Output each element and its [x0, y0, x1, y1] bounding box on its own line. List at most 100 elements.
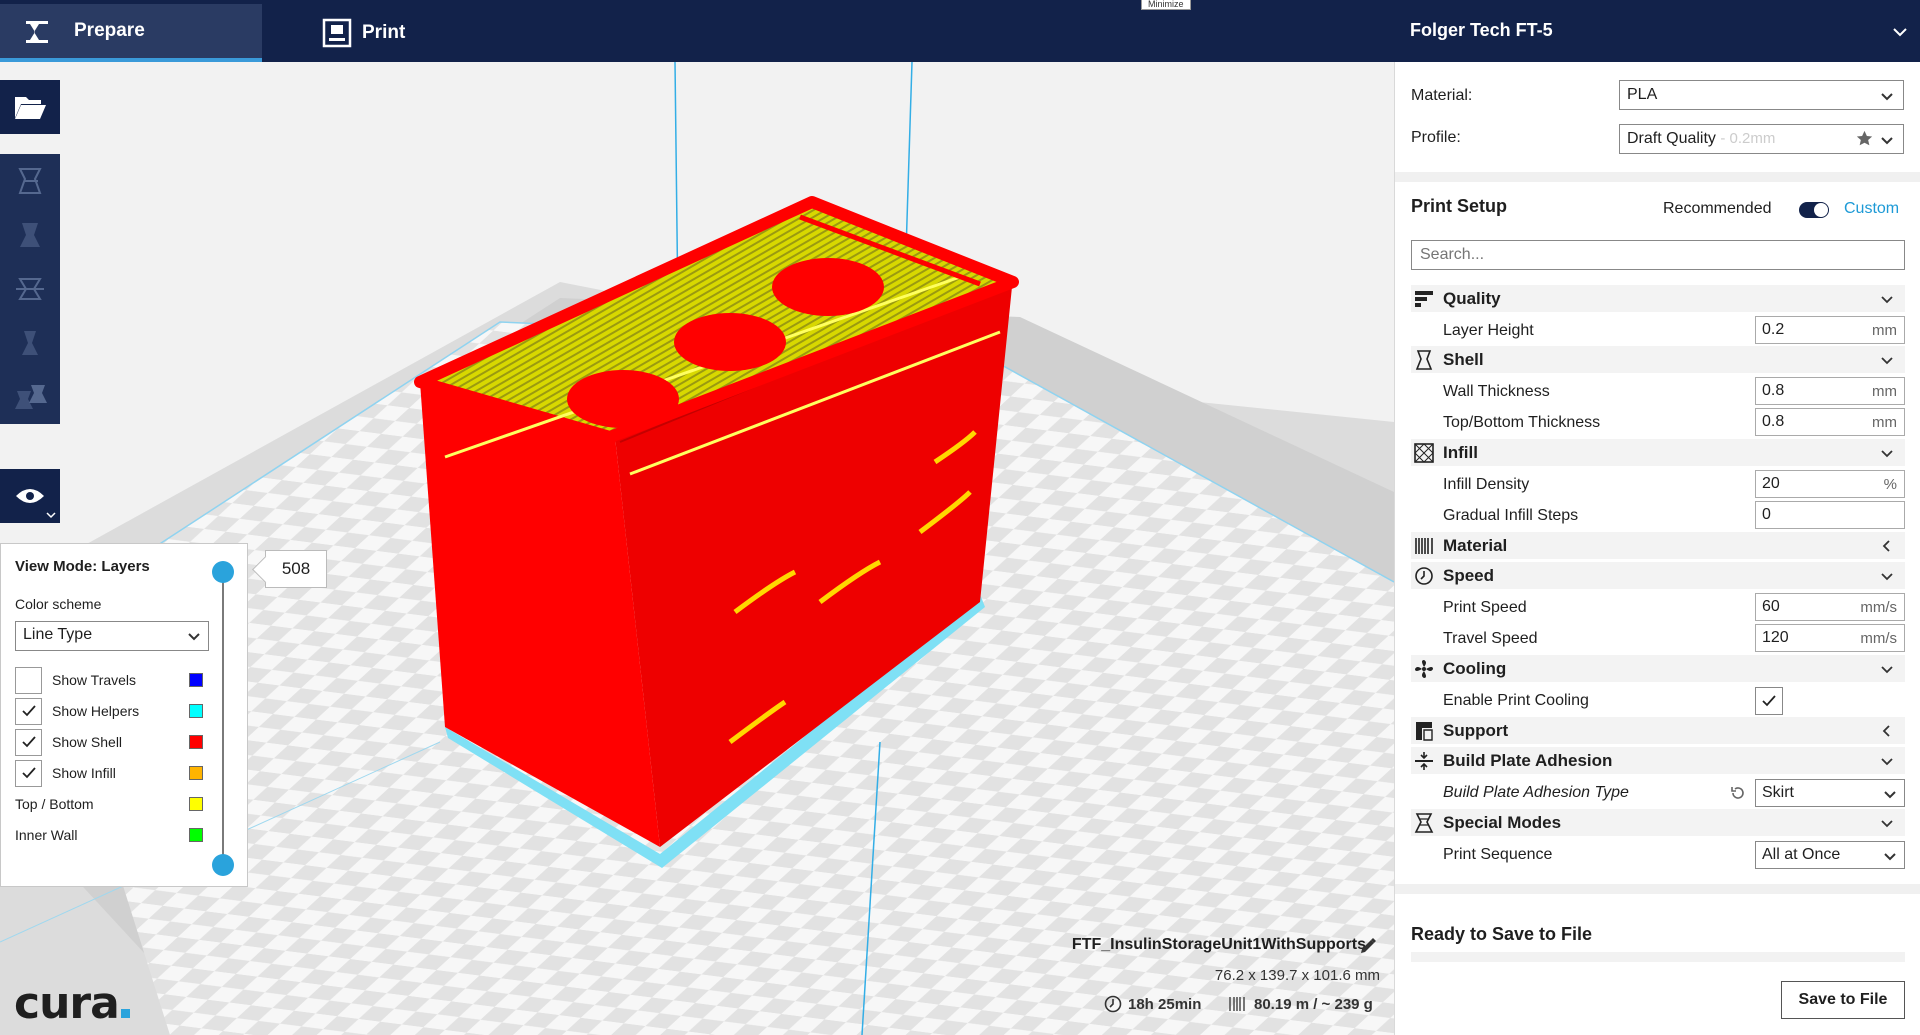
per-model-settings-button[interactable] [0, 370, 60, 424]
mode-custom[interactable]: Custom [1844, 200, 1899, 218]
adhesion-type-label: Build Plate Adhesion Type [1443, 784, 1629, 801]
prepare-icon [0, 4, 74, 62]
mirror-tool-button[interactable] [0, 316, 60, 370]
adhesion-type-value: Skirt [1762, 784, 1794, 801]
mode-toggle[interactable] [1799, 202, 1829, 218]
layer-slider-bottom-handle[interactable] [212, 854, 234, 876]
topbottom-thickness-input[interactable]: 0.8 mm [1755, 408, 1905, 436]
print-speed-label: Print Speed [1443, 599, 1527, 616]
print-sequence-select[interactable]: All at Once [1755, 841, 1905, 869]
fan-icon [1411, 658, 1437, 680]
chevron-down-icon [1881, 296, 1893, 304]
color-scheme-value: Line Type [23, 626, 93, 643]
category-support[interactable]: Support [1411, 717, 1905, 744]
cura-logo-dot [120, 1009, 130, 1018]
show-shell-checkbox[interactable] [15, 728, 42, 756]
minimize-tooltip: Minimize [1141, 0, 1191, 10]
view-mode-button[interactable] [0, 469, 60, 523]
tab-print[interactable]: Print [262, 4, 502, 62]
adhesion-type-select[interactable]: Skirt [1755, 779, 1905, 807]
wall-thickness-input[interactable]: 0.8 mm [1755, 377, 1905, 405]
open-file-button[interactable] [0, 80, 60, 134]
category-speed[interactable]: Speed [1411, 562, 1905, 589]
gradual-infill-input[interactable]: 0 [1755, 501, 1905, 529]
star-icon [1856, 130, 1873, 146]
print-setup-title: Print Setup [1411, 196, 1508, 216]
enable-cooling-checkbox[interactable] [1755, 687, 1783, 715]
category-quality[interactable]: Quality [1411, 285, 1905, 312]
print-speed-input[interactable]: 60 mm/s [1755, 593, 1905, 621]
show-helpers-row[interactable]: Show Helpers [15, 697, 140, 725]
show-infill-checkbox[interactable] [15, 759, 42, 787]
edit-pencil-icon[interactable] [1359, 937, 1377, 955]
layer-height-value: 0.2 [1762, 321, 1785, 338]
print-sequence-value: All at Once [1762, 846, 1841, 863]
reset-icon[interactable] [1730, 785, 1746, 801]
rotate-tool-button[interactable] [0, 262, 60, 316]
material-spool-icon [1411, 535, 1437, 557]
category-shell[interactable]: Shell [1411, 346, 1905, 373]
layer-slider-track[interactable] [222, 568, 224, 866]
top-bottom-label: Top / Bottom [15, 796, 94, 812]
material-label: Material: [1411, 87, 1473, 104]
scale-tool-icon [20, 223, 40, 247]
show-infill-row[interactable]: Show Infill [15, 759, 116, 787]
chevron-down-icon [1884, 791, 1896, 799]
chevron-down-icon[interactable] [1890, 22, 1910, 42]
shell-color-swatch [189, 735, 203, 749]
move-tool-button[interactable] [0, 154, 60, 208]
ready-status: Ready to Save to File [1411, 924, 1593, 944]
top-bar: Prepare Print Folger Tech FT-5 [0, 0, 1920, 62]
show-travels-row[interactable]: Show Travels [15, 666, 136, 694]
show-helpers-label: Show Helpers [52, 703, 140, 719]
open-folder-icon [15, 97, 46, 119]
helpers-color-swatch [189, 704, 203, 718]
category-quality-label: Quality [1443, 288, 1501, 308]
category-adhesion[interactable]: Build Plate Adhesion [1411, 747, 1905, 774]
top-bottom-color-swatch [189, 797, 203, 811]
category-cooling-label: Cooling [1443, 658, 1507, 678]
category-material[interactable]: Material [1411, 532, 1905, 559]
print-speed-value: 60 [1762, 598, 1780, 615]
infill-density-value: 20 [1762, 475, 1780, 492]
mode-recommended[interactable]: Recommended [1663, 200, 1772, 218]
support-icon [1411, 720, 1437, 742]
chevron-down-icon [1881, 357, 1893, 365]
category-cooling[interactable]: Cooling [1411, 655, 1905, 682]
travel-speed-input[interactable]: 120 mm/s [1755, 624, 1905, 652]
settings-search-input[interactable] [1411, 240, 1905, 270]
category-special-modes[interactable]: Special Modes [1411, 809, 1905, 836]
save-to-file-button[interactable]: Save to File [1781, 981, 1905, 1019]
per-model-settings-icon [15, 385, 47, 409]
profile-value: Draft Quality [1627, 130, 1716, 147]
chevron-down-icon [1884, 853, 1896, 861]
scale-tool-button[interactable] [0, 208, 60, 262]
profile-layer-height: - 0.2mm [1720, 130, 1776, 147]
gradual-infill-value: 0 [1762, 506, 1771, 523]
tab-prepare[interactable]: Prepare [0, 4, 262, 62]
chevron-down-icon [1881, 573, 1893, 581]
layer-height-input[interactable]: 0.2 mm [1755, 316, 1905, 344]
show-travels-checkbox[interactable] [15, 666, 42, 694]
wall-thickness-label: Wall Thickness [1443, 383, 1550, 400]
printer-selector[interactable]: Folger Tech FT-5 [1410, 20, 1553, 41]
category-infill[interactable]: Infill [1411, 439, 1905, 466]
profile-select[interactable]: Draft Quality - 0.2mm [1619, 124, 1904, 154]
show-helpers-checkbox[interactable] [15, 697, 42, 725]
material-select[interactable]: PLA [1619, 80, 1904, 110]
print-sequence-label: Print Sequence [1443, 846, 1553, 863]
rotate-tool-icon [16, 278, 44, 300]
chevron-left-icon [1882, 540, 1890, 552]
travels-color-swatch [189, 673, 203, 687]
infill-density-input[interactable]: 20% [1755, 470, 1905, 498]
show-shell-row[interactable]: Show Shell [15, 728, 122, 756]
color-scheme-label: Color scheme [15, 596, 102, 612]
chevron-down-icon [1881, 93, 1893, 101]
color-scheme-select[interactable]: Line Type [15, 621, 209, 651]
chevron-down-icon [1881, 450, 1893, 458]
layer-slider-top-handle[interactable] [212, 561, 234, 583]
layer-height-unit: mm [1872, 322, 1897, 339]
move-tool-icon [18, 168, 42, 194]
setting-enable-cooling: Enable Print Cooling [1411, 686, 1905, 716]
current-layer-input[interactable]: 508 [265, 550, 327, 588]
